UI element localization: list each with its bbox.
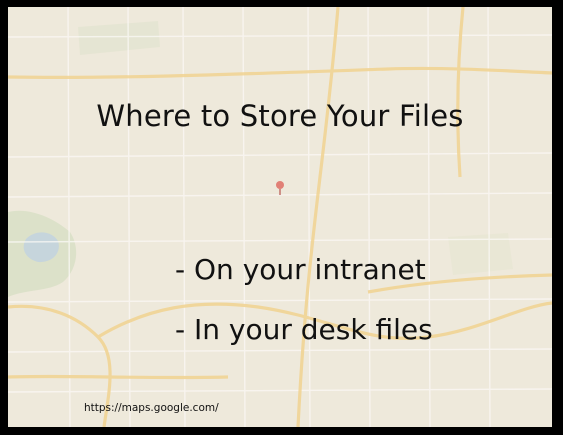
slide-title: Where to Store Your Files <box>96 99 464 133</box>
bullet-intranet: - On your intranet <box>175 253 426 286</box>
slide: Where to Store Your Files - On your intr… <box>8 7 552 427</box>
map-background <box>8 7 552 427</box>
bullet-desk-files: - In your desk files <box>175 313 433 346</box>
source-url: https://maps.google.com/ <box>84 402 219 414</box>
